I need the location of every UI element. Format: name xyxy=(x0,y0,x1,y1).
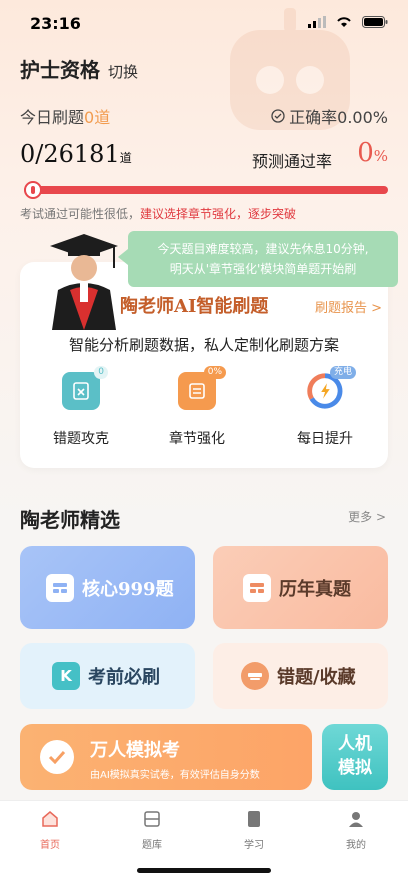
accuracy: 正确率0.00% xyxy=(271,104,388,128)
tab-question-bank[interactable]: 题库 xyxy=(122,809,182,851)
pass-rate-value: 0% xyxy=(357,138,388,168)
more-link[interactable]: 更多 > xyxy=(348,508,386,525)
bubble-line-2: 明天从'章节强化'模块简单题开始刷 xyxy=(169,262,357,276)
wrong-book-icon: 0 xyxy=(62,366,108,410)
advice-bubble: 今天题目难度较高，建议先休息10分钟, 明天从'章节强化'模块简单题开始刷 xyxy=(118,231,398,287)
human-machine-sim-button[interactable]: 人机 模拟 xyxy=(322,724,388,790)
progress-knob xyxy=(24,181,42,199)
hint-text: 考试通过可能性很低，建议选择章节强化，逐步突破 xyxy=(20,205,296,222)
feature-label: 错题攻克 xyxy=(53,431,109,447)
status-bar: 23:16 xyxy=(0,0,408,48)
tab-study[interactable]: 学习 xyxy=(224,809,284,851)
accuracy-text: 正确率0.00% xyxy=(289,108,388,127)
hint-highlight: 建议选择章节强化，逐步突破 xyxy=(140,207,297,221)
pass-rate-number: 0 xyxy=(357,138,374,168)
list-icon xyxy=(243,573,271,602)
page-title: 护士资格 xyxy=(20,58,100,82)
tab-label: 题库 xyxy=(142,840,162,851)
switch-exam-button[interactable]: 切换 xyxy=(108,61,138,82)
question-bank-icon xyxy=(144,811,160,827)
tab-label: 我的 xyxy=(346,840,366,851)
progress-count: 0/26181道 xyxy=(20,140,132,168)
check-icon xyxy=(40,740,74,774)
tile-pre-exam[interactable]: K 考前必刷 xyxy=(20,643,195,709)
home-indicator xyxy=(137,868,271,873)
tile-core-999[interactable]: 核心999题 xyxy=(20,546,195,629)
mock-exam-subtitle: 由AI模拟真实试卷，有效评估自身分数 xyxy=(90,770,260,781)
wifi-icon xyxy=(337,17,351,27)
ai-card-title: 陶老师AI智能刷题 xyxy=(120,296,269,317)
teacher-avatar xyxy=(50,234,118,330)
feature-daily[interactable]: 充电 每日提升 xyxy=(280,366,370,448)
progress-unit: 道 xyxy=(119,151,132,165)
tile-label: 历年真题 xyxy=(279,578,351,600)
report-link[interactable]: 刷题报告 > xyxy=(315,297,382,316)
tab-label: 首页 xyxy=(40,840,60,851)
hm-line-2: 模拟 xyxy=(338,758,372,778)
tab-label: 学习 xyxy=(244,840,264,851)
hm-line-1: 人机 xyxy=(338,734,372,754)
pass-rate-unit: % xyxy=(373,147,388,165)
header: 护士资格 切换 xyxy=(20,54,138,83)
pass-progress-bar xyxy=(24,186,388,194)
today-count-value: 0道 xyxy=(84,108,111,127)
today-count: 今日刷题0道 xyxy=(20,104,110,128)
check-circle-icon xyxy=(271,109,285,123)
tile-label: 错题/收藏 xyxy=(277,667,356,688)
book-icon xyxy=(248,811,260,827)
list-icon xyxy=(46,573,74,602)
today-label: 今日刷题 xyxy=(20,108,85,127)
tab-profile[interactable]: 我的 xyxy=(326,809,386,851)
tile-past-exams[interactable]: 历年真题 xyxy=(213,546,388,629)
status-icons xyxy=(308,16,388,28)
tile-wrong-favorites[interactable]: 错题/收藏 xyxy=(213,643,388,709)
status-time: 23:16 xyxy=(30,14,81,33)
battery-icon xyxy=(362,16,388,28)
feature-badge: 0% xyxy=(203,366,226,379)
hint-prefix: 考试通过可能性很低， xyxy=(20,207,141,221)
daily-progress-icon: 充电 xyxy=(306,366,356,410)
k-letter-icon: K xyxy=(52,662,80,690)
feature-label: 每日提升 xyxy=(297,431,353,447)
tab-home[interactable]: 首页 xyxy=(20,809,80,851)
home-icon xyxy=(42,811,58,827)
tile-label: 考前必刷 xyxy=(88,667,160,688)
bubble-line-1: 今天题目难度较高，建议先休息10分钟, xyxy=(157,242,369,256)
signal-icon xyxy=(308,16,326,28)
progress-done: 0 xyxy=(20,140,36,168)
section-title: 陶老师精选 xyxy=(20,508,120,532)
profile-icon xyxy=(349,812,363,827)
feature-badge: 0 xyxy=(94,366,108,379)
mock-exam-title: 万人模拟考 xyxy=(90,740,180,761)
folder-icon xyxy=(241,662,269,690)
chapter-list-icon: 0% xyxy=(178,366,226,410)
ai-card-subtitle: 智能分析刷题数据，私人定制化刷题方案 xyxy=(68,336,339,354)
feature-wrong-questions[interactable]: 0 错题攻克 xyxy=(36,366,126,448)
pass-rate-label: 预测通过率 xyxy=(251,152,332,171)
feature-label: 章节强化 xyxy=(169,431,225,447)
progress-total: /26181 xyxy=(35,140,120,168)
mock-exam-card[interactable]: 万人模拟考 由AI模拟真实试卷，有效评估自身分数 xyxy=(20,724,312,790)
tile-label: 核心999题 xyxy=(82,578,174,600)
feature-badge: 充电 xyxy=(329,366,356,379)
feature-chapter[interactable]: 0% 章节强化 xyxy=(152,366,242,448)
